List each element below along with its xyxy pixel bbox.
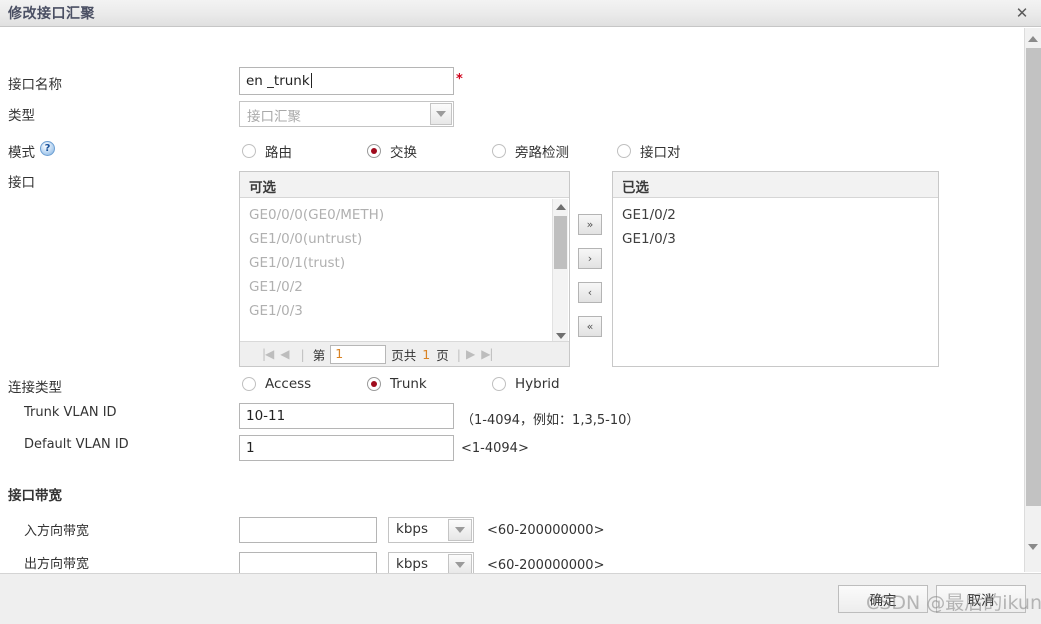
list-item[interactable]: GE1/0/2 — [613, 203, 938, 227]
radio-icon — [617, 144, 631, 158]
radio-icon — [492, 144, 506, 158]
interface-name-input[interactable]: en _trunk — [239, 67, 454, 95]
close-icon[interactable]: ✕ — [1011, 3, 1033, 23]
radio-icon — [242, 144, 256, 158]
move-all-right-button[interactable]: » — [578, 214, 602, 235]
available-list-scrollbar[interactable] — [552, 199, 568, 344]
help-icon[interactable]: ? — [40, 141, 55, 156]
pager-divider: | — [456, 346, 461, 362]
trunk-vlan-id-label: Trunk VLAN ID — [24, 405, 117, 420]
available-panel-title: 可选 — [249, 180, 276, 196]
scrollbar-thumb[interactable] — [1026, 48, 1041, 506]
outbound-unit-value: kbps — [396, 556, 428, 572]
default-vlan-id-hint: <1-4094> — [461, 441, 529, 456]
text-caret — [310, 73, 312, 88]
dialog-title: 修改接口汇聚 — [8, 6, 95, 22]
inbound-bandwidth-label: 入方向带宽 — [24, 524, 90, 539]
list-item[interactable]: GE0/0/0(GE0/METH) — [240, 203, 569, 227]
inbound-unit-value: kbps — [396, 521, 428, 537]
radio-icon — [242, 377, 256, 391]
scroll-up-icon[interactable] — [553, 200, 568, 214]
pager-page-suffix-b: 页 — [436, 347, 449, 363]
move-left-button[interactable]: ‹ — [578, 282, 602, 303]
selected-panel-title: 已选 — [622, 180, 649, 196]
mode-radio-label: 旁路检测 — [515, 145, 569, 161]
outbound-bandwidth-label: 出方向带宽 — [24, 557, 90, 572]
dialog-vertical-scrollbar[interactable] — [1024, 28, 1041, 572]
interface-label: 接口 — [8, 175, 35, 191]
mode-radio-label: 接口对 — [640, 145, 681, 161]
bandwidth-section-title: 接口带宽 — [8, 488, 62, 504]
radio-icon — [367, 377, 381, 391]
inbound-bandwidth-unit-select[interactable]: kbps — [388, 517, 474, 543]
pager-page-suffix-a: 页共 — [391, 347, 417, 363]
type-select-value: 接口汇聚 — [247, 109, 301, 125]
link-type-radio-trunk[interactable]: Trunk — [367, 376, 427, 392]
outbound-bandwidth-hint: <60-200000000> — [487, 558, 605, 573]
default-vlan-id-input[interactable]: 1 — [239, 435, 454, 461]
radio-icon — [492, 377, 506, 391]
selected-interfaces-list[interactable]: GE1/0/2 GE1/0/3 — [613, 199, 938, 366]
last-page-icon[interactable]: ▶| — [481, 347, 493, 361]
link-type-radio-access[interactable]: Access — [242, 376, 311, 392]
pager-page-prefix: 第 — [312, 347, 326, 363]
list-item[interactable]: GE1/0/1(trust) — [240, 251, 569, 275]
dialog-titlebar: 修改接口汇聚 ✕ — [0, 0, 1041, 27]
type-label: 类型 — [8, 108, 35, 124]
scroll-down-icon[interactable] — [1025, 538, 1041, 555]
inbound-bandwidth-input[interactable] — [239, 517, 377, 543]
mode-radio-bypass[interactable]: 旁路检测 — [492, 141, 569, 161]
cancel-button[interactable]: 取消 — [936, 585, 1026, 613]
list-item[interactable]: GE1/0/3 — [613, 227, 938, 251]
link-type-radio-label: Trunk — [390, 376, 427, 392]
available-panel-header: 可选 — [240, 172, 569, 198]
interface-name-label: 接口名称 — [8, 77, 62, 93]
list-item[interactable]: GE1/0/2 — [240, 275, 569, 299]
mode-radio-label: 交换 — [390, 145, 417, 161]
ok-button[interactable]: 确定 — [838, 585, 928, 613]
mode-radio-route[interactable]: 路由 — [242, 141, 292, 161]
link-type-radio-label: Hybrid — [515, 376, 560, 392]
mode-radio-label: 路由 — [265, 145, 292, 161]
edit-link-aggregation-dialog: 修改接口汇聚 ✕ 接口名称 en _trunk * 类型 接口汇聚 模式 ? 路… — [0, 0, 1041, 624]
available-interfaces-panel: 可选 GE0/0/0(GE0/METH) GE1/0/0(untrust) GE… — [239, 171, 570, 367]
trunk-vlan-id-hint: （1-4094，例如：1,3,5-10） — [461, 413, 640, 428]
mode-label: 模式 — [8, 145, 35, 161]
dialog-body: 接口名称 en _trunk * 类型 接口汇聚 模式 ? 路由 交换 旁路检测 — [0, 28, 1041, 578]
available-list-pager: |◀ ◀ | 第 1 页共 1 页 | ▶ ▶| — [240, 341, 569, 366]
type-select[interactable]: 接口汇聚 — [239, 101, 454, 127]
mode-radio-switch[interactable]: 交换 — [367, 141, 417, 161]
interface-name-required-mark: * — [456, 72, 463, 87]
pager-divider: | — [300, 346, 305, 362]
list-item[interactable]: GE1/0/0(untrust) — [240, 227, 569, 251]
default-vlan-id-label: Default VLAN ID — [24, 437, 129, 452]
mode-radio-interface-pair[interactable]: 接口对 — [617, 141, 681, 161]
selected-interfaces-panel: 已选 GE1/0/2 GE1/0/3 — [612, 171, 939, 367]
radio-icon — [367, 144, 381, 158]
pager-total-pages: 1 — [422, 346, 431, 362]
trunk-vlan-id-input[interactable]: 10-11 — [239, 403, 454, 429]
move-right-button[interactable]: › — [578, 248, 602, 269]
first-page-icon[interactable]: |◀ — [262, 347, 274, 361]
move-all-left-button[interactable]: « — [578, 316, 602, 337]
prev-page-icon[interactable]: ◀ — [280, 347, 289, 361]
chevron-down-icon[interactable] — [430, 103, 452, 125]
link-type-label: 连接类型 — [8, 380, 62, 396]
inbound-bandwidth-hint: <60-200000000> — [487, 523, 605, 538]
selected-panel-header: 已选 — [613, 172, 938, 198]
scroll-up-icon[interactable] — [1025, 30, 1041, 47]
next-page-icon[interactable]: ▶ — [466, 347, 475, 361]
link-type-radio-hybrid[interactable]: Hybrid — [492, 376, 560, 392]
pager-page-input[interactable]: 1 — [330, 344, 387, 364]
scrollbar-thumb[interactable] — [554, 216, 567, 269]
chevron-down-icon[interactable] — [448, 519, 472, 541]
dialog-footer: 确定 取消 — [0, 573, 1041, 624]
link-type-radio-label: Access — [265, 376, 312, 392]
list-item[interactable]: GE1/0/3 — [240, 299, 569, 323]
interface-name-value: en _trunk — [246, 73, 310, 89]
